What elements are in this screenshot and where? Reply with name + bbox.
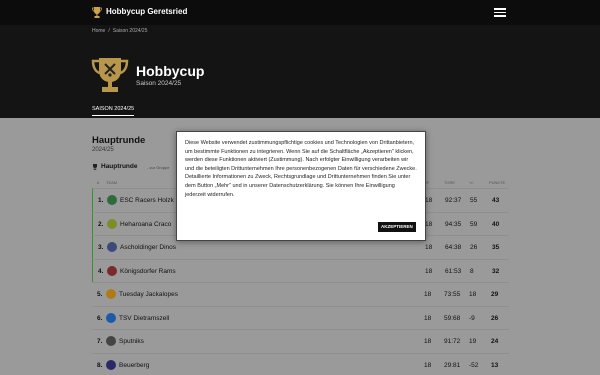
- rank-cell: 6.: [97, 314, 103, 322]
- header-points: PUNKTE: [489, 180, 506, 185]
- team-name[interactable]: Sputniks: [119, 338, 144, 345]
- rank-cell: 4.: [98, 267, 104, 275]
- games-cell: 18: [425, 220, 433, 228]
- goals-cell: 94:35: [445, 220, 462, 228]
- team-name[interactable]: Königsdorfer Rams: [120, 268, 176, 275]
- trophy-small-icon: [93, 164, 97, 170]
- section-title: Hauptrunde: [92, 135, 146, 146]
- table-row[interactable]: 7. Sputniks 18 91:72 19 24: [92, 329, 509, 353]
- page-title: Hobbycup: [136, 63, 205, 79]
- points-cell: 32: [492, 267, 500, 275]
- team-logo-icon: [107, 265, 117, 276]
- table-row[interactable]: 5. Tuesday Jackalopes 18 73:55 18 29: [92, 282, 509, 306]
- rank-cell: 5.: [97, 291, 103, 298]
- accept-button[interactable]: AKZEPTIEREN: [378, 222, 416, 232]
- team-logo-icon: [107, 218, 117, 229]
- group-link[interactable]: - zur Gruppe: [147, 165, 169, 170]
- section-subtitle: 2024/25: [92, 147, 114, 153]
- points-cell: 40: [492, 220, 500, 228]
- trophy-icon: [91, 58, 129, 92]
- rank-cell: 7.: [97, 338, 103, 345]
- goals-cell: 91:72: [444, 338, 461, 345]
- points-cell: 43: [492, 197, 500, 204]
- breadcrumb-season: Saison 2024/25: [112, 28, 148, 34]
- games-cell: 18: [424, 314, 432, 322]
- breadcrumb-home[interactable]: Home: [92, 28, 105, 34]
- cookie-consent-dialog: Diese Website verwendet zustimmungspflic…: [176, 131, 426, 241]
- team-name[interactable]: Heharoana Craco: [120, 221, 171, 228]
- table-row[interactable]: 8. Beuerberg 18 29:81 -52 13: [92, 352, 509, 375]
- breadcrumb: Home / Saison 2024/25: [92, 28, 148, 34]
- page-subtitle: Saison 2024/25: [136, 80, 182, 87]
- goals-cell: 61:53: [445, 267, 462, 275]
- header-team: TEAM: [106, 180, 118, 185]
- points-cell: 13: [491, 361, 499, 369]
- diff-cell: 55: [470, 197, 478, 204]
- diff-cell: 8: [470, 267, 474, 275]
- diff-cell: -9: [469, 314, 475, 322]
- goals-cell: 92:37: [445, 197, 462, 204]
- header-rank: #: [97, 180, 100, 185]
- team-logo-icon: [106, 336, 116, 346]
- rank-cell: 1.: [98, 197, 104, 204]
- diff-cell: -52: [469, 361, 479, 369]
- goals-cell: 59:68: [444, 314, 461, 322]
- top-navbar: Hobbycup Geretsried: [0, 0, 600, 25]
- diff-cell: 19: [469, 338, 477, 345]
- points-cell: 29: [491, 291, 499, 298]
- points-cell: 26: [491, 314, 499, 322]
- rank-cell: 2.: [98, 220, 104, 228]
- team-name[interactable]: Beuerberg: [119, 362, 149, 369]
- group-name: Hauptrunde: [101, 163, 138, 170]
- points-cell: 35: [492, 244, 500, 251]
- team-logo-icon: [106, 359, 116, 370]
- page-header: Home / Saison 2024/25 Hobbycup Saison 2024…: [0, 25, 600, 118]
- tab-season[interactable]: SAISON 2024/25: [92, 106, 135, 116]
- goals-cell: 64:38: [445, 244, 462, 251]
- diff-cell: 59: [470, 220, 478, 228]
- team-name[interactable]: Tuesday Jackalopes: [119, 291, 178, 298]
- table-row[interactable]: 4. Königsdorfer Rams 18 61:53 8 32: [92, 258, 509, 282]
- team-name[interactable]: Ascholdinger Dinos: [120, 244, 176, 251]
- brand-name[interactable]: Hobbycup Geretsried: [106, 7, 187, 16]
- team-logo-icon: [106, 312, 116, 323]
- table-row[interactable]: 6. TSV Dietramszell 18 59:68 -9 26: [92, 305, 509, 330]
- cookie-text: Diese Website verwendet zustimmungspflic…: [185, 140, 417, 198]
- team-name[interactable]: ESC Racers Holzk: [120, 197, 174, 204]
- games-cell: 18: [424, 361, 432, 369]
- goals-cell: 29:81: [444, 361, 461, 369]
- points-cell: 24: [491, 338, 499, 345]
- games-cell: 18: [424, 291, 432, 298]
- team-name[interactable]: TSV Dietramszell: [119, 315, 169, 322]
- team-logo-icon: [107, 242, 117, 252]
- team-logo-icon: [107, 195, 117, 205]
- trophy-logo-icon[interactable]: [92, 7, 102, 18]
- diff-cell: 18: [469, 291, 477, 298]
- games-cell: 18: [424, 338, 432, 345]
- menu-hamburger-icon[interactable]: [494, 8, 506, 17]
- diff-cell: 26: [470, 244, 478, 251]
- header-diff: +/-: [469, 180, 474, 185]
- rank-cell: 8.: [97, 361, 103, 369]
- goals-cell: 73:55: [444, 291, 461, 298]
- rank-cell: 3.: [98, 244, 104, 251]
- team-logo-icon: [106, 289, 116, 299]
- games-cell: 18: [425, 197, 433, 204]
- header-goals: TORE: [444, 180, 456, 185]
- games-cell: 18: [425, 267, 433, 275]
- games-cell: 18: [425, 244, 433, 251]
